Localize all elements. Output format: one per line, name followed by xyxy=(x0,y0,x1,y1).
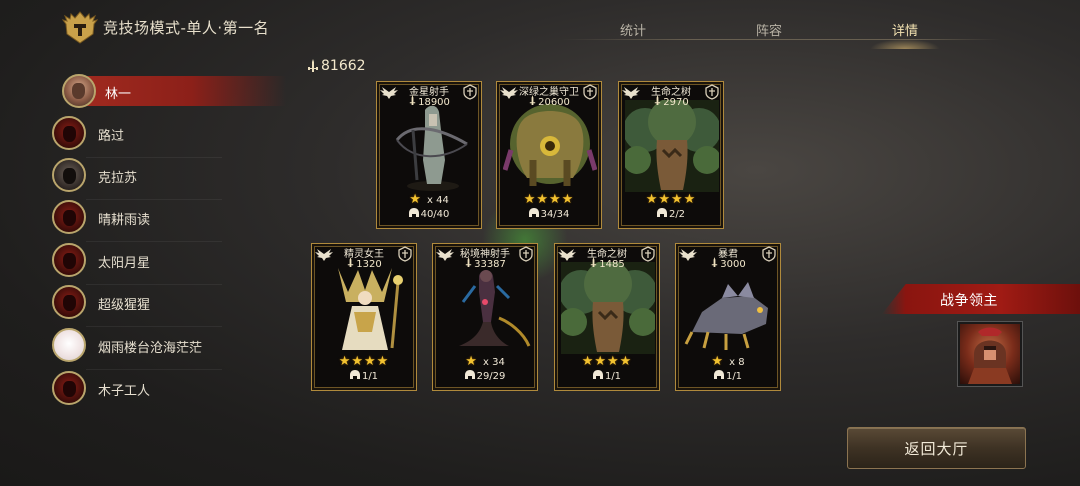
war-lord-label: 战争领主 xyxy=(940,293,998,309)
back-to-lobby-button[interactable]: 返回大厅 xyxy=(847,427,1026,469)
hero-power: 2970 xyxy=(619,95,723,108)
star-rating: ★★★★ xyxy=(312,354,416,369)
avatar xyxy=(52,371,86,405)
sword-icon xyxy=(589,257,599,270)
tab-stats[interactable]: 统计 xyxy=(578,20,688,39)
star-icons: ★★★★ xyxy=(338,354,390,369)
star-icons: ★★★★ xyxy=(645,192,697,207)
avatar xyxy=(52,328,86,362)
player-name: 太阳月星 xyxy=(98,256,151,271)
hero-card[interactable]: 金星射手 18900 ★ x 44 40/40 xyxy=(376,81,482,229)
hero-card[interactable]: 秘境神射手 33387 ★ x 34 29/29 xyxy=(432,243,538,391)
total-power: 81662 xyxy=(307,58,366,74)
sword-icon xyxy=(710,257,720,270)
sword-icon xyxy=(308,59,318,72)
hero-portrait xyxy=(559,260,657,354)
sword-icon xyxy=(464,257,474,270)
star-rating: ★ x 44 xyxy=(377,192,481,207)
sword-icon xyxy=(528,95,538,108)
hero-power: 18900 xyxy=(377,95,481,108)
player-name: 克拉苏 xyxy=(98,171,138,186)
helmet-icon xyxy=(528,208,539,217)
sword-icon xyxy=(408,95,418,108)
mode-title: 竞技场模式-单人·第一名 xyxy=(103,19,270,37)
tab-lineup[interactable]: 阵容 xyxy=(714,20,824,39)
helmet-icon xyxy=(592,370,603,379)
unit-count: 2/2 xyxy=(619,208,723,220)
star-rating: ★ x 34 xyxy=(433,354,537,369)
hero-card[interactable]: 深绿之巢守卫 20600 ★★★★ 34/34 xyxy=(496,81,602,229)
star-rating: ★★★★ xyxy=(619,192,723,207)
player-name: 晴耕雨读 xyxy=(98,213,151,228)
player-item[interactable]: 克拉苏 xyxy=(52,158,242,200)
star-multiplier: x 34 xyxy=(482,357,505,368)
avatar xyxy=(52,285,86,319)
avatar xyxy=(52,243,86,277)
star-icons: ★ xyxy=(711,354,725,369)
star-icons: ★ xyxy=(409,192,422,207)
hero-card[interactable]: 生命之树 2970 ★★★★ 2/2 xyxy=(618,81,724,229)
hero-power: 1320 xyxy=(312,257,416,270)
hero-power: 3000 xyxy=(676,257,780,270)
hero-portrait xyxy=(439,262,533,354)
helmet-emblem-icon xyxy=(62,10,98,44)
player-name: 木子工人 xyxy=(98,384,151,399)
player-item[interactable]: 太阳月星 xyxy=(52,243,242,285)
hero-power: 1485 xyxy=(555,257,659,270)
player-item[interactable]: 林一 xyxy=(52,74,286,110)
hero-portrait xyxy=(383,100,477,192)
tab-bar: 统计 阵容 详情 xyxy=(560,12,980,49)
unit-count: 1/1 xyxy=(676,370,780,382)
star-multiplier: x 44 xyxy=(426,195,449,206)
hero-portrait xyxy=(623,98,721,192)
star-rating: ★ x 8 xyxy=(676,354,780,369)
unit-count: 29/29 xyxy=(433,370,537,382)
player-name: 烟雨楼台沧海茫茫 xyxy=(98,341,203,356)
unit-count: 1/1 xyxy=(312,370,416,382)
tab-details[interactable]: 详情 xyxy=(850,20,960,49)
helmet-icon xyxy=(408,208,419,217)
helmet-icon xyxy=(656,208,667,217)
player-name: 超级猩猩 xyxy=(98,298,151,313)
avatar xyxy=(62,74,96,108)
player-item[interactable]: 晴耕雨读 xyxy=(52,200,242,242)
player-item[interactable]: 木子工人 xyxy=(52,371,242,407)
player-item[interactable]: 路过 xyxy=(52,116,242,158)
helmet-icon xyxy=(349,370,360,379)
star-icons: ★★★★ xyxy=(581,354,633,369)
hero-power: 33387 xyxy=(433,257,537,270)
hero-portrait xyxy=(502,100,598,192)
hero-card[interactable]: 生命之树 1485 ★★★★ 1/1 xyxy=(554,243,660,391)
avatar xyxy=(52,158,86,192)
player-item[interactable]: 超级猩猩 xyxy=(52,285,242,327)
star-icons: ★★★★ xyxy=(523,192,575,207)
helmet-icon xyxy=(713,370,724,379)
unit-count: 1/1 xyxy=(555,370,659,382)
hero-power: 20600 xyxy=(497,95,601,108)
player-name: 林一 xyxy=(105,87,132,102)
star-icons: ★ xyxy=(465,354,478,369)
unit-count: 40/40 xyxy=(377,208,481,220)
player-item[interactable]: 烟雨楼台沧海茫茫 xyxy=(52,328,242,370)
total-power-value: 81662 xyxy=(321,58,366,74)
hero-card[interactable]: 暴君 3000 ★ x 8 1/1 xyxy=(675,243,781,391)
hero-card[interactable]: 精灵女王 1320 ★★★★ 1/1 xyxy=(311,243,417,391)
war-lord-portrait[interactable] xyxy=(958,322,1022,386)
unit-count: 34/34 xyxy=(497,208,601,220)
star-multiplier: x 8 xyxy=(729,357,745,368)
sword-icon xyxy=(653,95,663,108)
avatar xyxy=(52,200,86,234)
hero-portrait xyxy=(682,262,776,354)
hero-portrait xyxy=(318,262,412,354)
star-rating: ★★★★ xyxy=(555,354,659,369)
avatar xyxy=(52,116,86,150)
player-name: 路过 xyxy=(98,129,125,144)
star-rating: ★★★★ xyxy=(497,192,601,207)
sword-icon xyxy=(346,257,356,270)
helmet-icon xyxy=(464,370,475,379)
